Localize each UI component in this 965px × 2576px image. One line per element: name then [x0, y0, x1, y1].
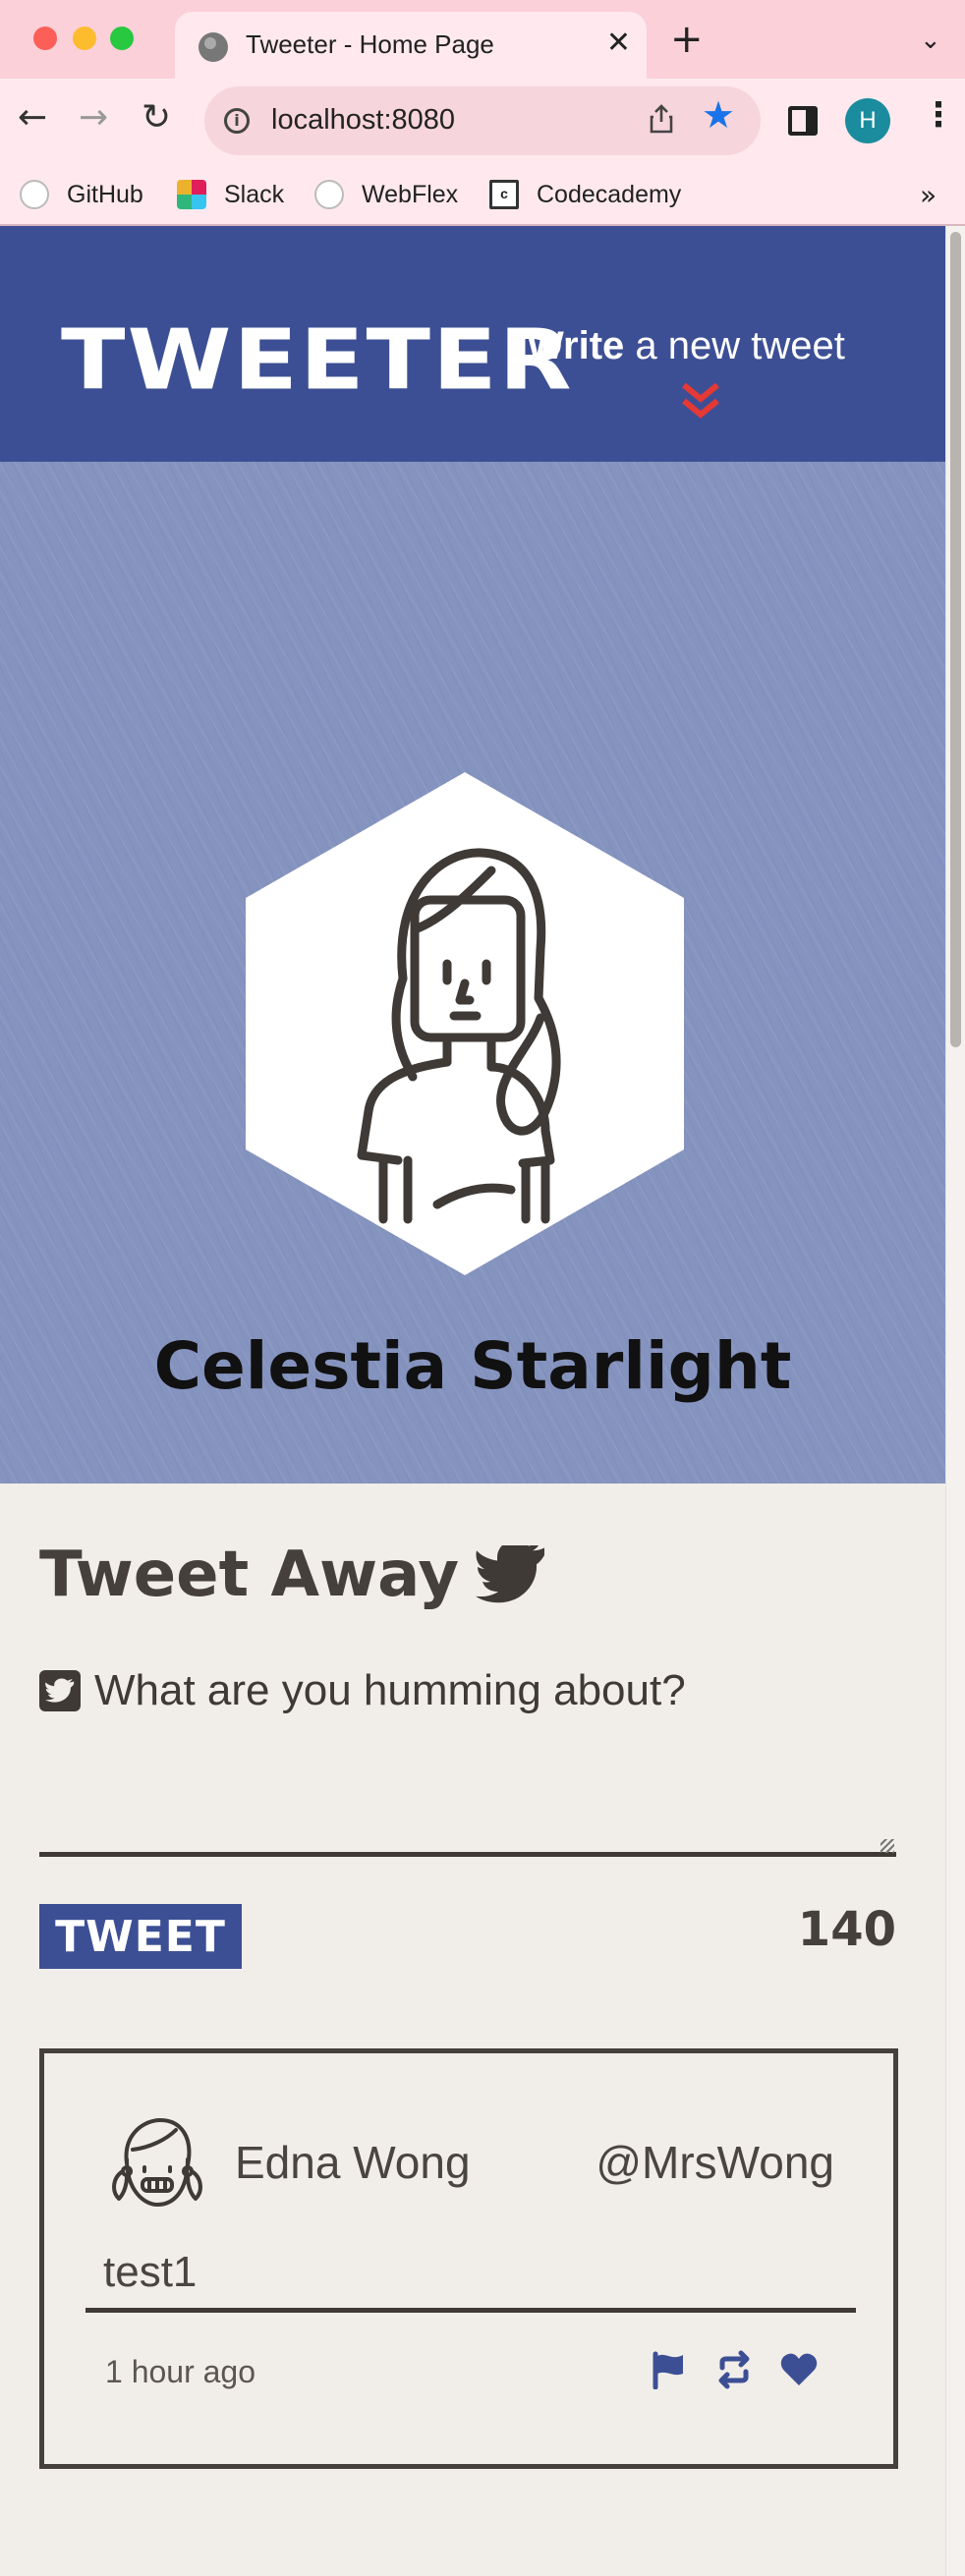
tweet-author-handle: @MrsWong — [596, 2137, 834, 2188]
globe-icon — [199, 32, 228, 62]
heart-icon[interactable] — [779, 2350, 819, 2389]
reload-button[interactable]: ↻ — [142, 100, 171, 136]
bookmarks-bar: GitHub Slack WebFlex c Codecademy » — [0, 165, 965, 226]
more-bookmarks-icon[interactable]: » — [920, 179, 937, 211]
url-text[interactable]: localhost:8080 — [271, 104, 455, 137]
write-rest-text: a new tweet — [624, 324, 845, 367]
character-counter: 140 — [797, 1902, 896, 1957]
compose-title-text: Tweet Away — [39, 1539, 460, 1611]
tab-title: Tweeter - Home Page — [246, 29, 494, 59]
profile-header: Celestia Starlight — [0, 462, 945, 1484]
browser-tab[interactable]: Tweeter - Home Page ✕ — [175, 12, 647, 79]
compose-label-text: What are you humming about? — [94, 1666, 686, 1714]
tweet-divider — [85, 2308, 856, 2313]
bookmark-webflex[interactable]: WebFlex — [314, 175, 458, 214]
write-new-tweet-link[interactable]: Write a new tweet — [527, 324, 845, 368]
codecademy-icon: c — [489, 180, 519, 209]
site-logo: TWEETER — [61, 310, 574, 409]
scrollbar-thumb[interactable] — [950, 232, 961, 1047]
share-icon[interactable] — [649, 104, 674, 134]
site-info-icon[interactable]: i — [224, 108, 250, 134]
double-chevron-down-icon[interactable] — [678, 381, 723, 420]
browser-menu-icon[interactable]: ⋮ — [922, 98, 955, 132]
browser-toolbar: ← → ↻ i localhost:8080 ★ H ⋮ — [0, 79, 965, 165]
tab-search-chevron-icon[interactable]: ⌄ — [920, 26, 941, 55]
bookmark-star-icon[interactable]: ★ — [702, 96, 735, 134]
close-window-button[interactable] — [33, 27, 57, 50]
flag-icon[interactable] — [650, 2350, 689, 2389]
retweet-icon[interactable] — [714, 2350, 754, 2389]
tweet-actions — [650, 2350, 819, 2389]
tweet-textarea[interactable] — [39, 1729, 896, 1857]
back-button[interactable]: ← — [18, 100, 47, 136]
close-tab-icon[interactable]: ✕ — [606, 26, 631, 60]
user-avatar — [112, 2118, 202, 2207]
slack-icon — [177, 180, 206, 209]
tweet-card: Edna Wong @MrsWong test1 1 hour ago — [39, 2048, 898, 2469]
tweet-body: test1 — [103, 2248, 198, 2296]
bookmark-label: GitHub — [67, 180, 143, 208]
browser-tab-bar: Tweeter - Home Page ✕ + ⌄ — [0, 0, 965, 79]
forward-button[interactable]: → — [79, 100, 108, 136]
page-viewport: TWEETER Write a new tweet Celestia Starl… — [0, 226, 945, 2576]
new-tab-button[interactable]: + — [670, 20, 704, 59]
compose-label: What are you humming about? — [39, 1666, 686, 1715]
compose-title: Tweet Away — [39, 1539, 545, 1611]
site-navbar: TWEETER Write a new tweet — [0, 226, 945, 462]
tweet-timestamp: 1 hour ago — [105, 2354, 256, 2389]
bookmark-github[interactable]: GitHub — [20, 175, 143, 214]
address-bar[interactable]: i localhost:8080 ★ — [204, 86, 761, 155]
github-icon — [20, 180, 49, 209]
compose-section: Tweet Away What are you humming about? T… — [0, 1484, 945, 2034]
textarea-resize-handle[interactable] — [880, 1839, 894, 1853]
profile-avatar-hexagon — [246, 772, 684, 1275]
tweet-author-name: Edna Wong — [235, 2137, 471, 2188]
twitter-square-icon — [39, 1670, 81, 1711]
page-scrollbar[interactable] — [945, 226, 965, 2576]
maximize-window-button[interactable] — [110, 27, 134, 50]
bookmark-codecademy[interactable]: c Codecademy — [489, 175, 681, 214]
side-panel-icon[interactable] — [788, 106, 818, 136]
bookmark-label: Slack — [224, 180, 285, 208]
bookmark-label: Codecademy — [537, 180, 682, 208]
profile-name: Celestia Starlight — [153, 1328, 792, 1404]
tweet-submit-button[interactable]: TWEET — [39, 1904, 242, 1969]
write-bold-text: Write — [527, 324, 625, 367]
bookmark-slack[interactable]: Slack — [177, 175, 284, 214]
profile-avatar[interactable]: H — [845, 98, 890, 143]
bookmark-label: WebFlex — [362, 180, 459, 208]
minimize-window-button[interactable] — [73, 27, 96, 50]
github-icon — [314, 180, 344, 209]
profile-avatar-illustration — [357, 848, 561, 1224]
twitter-bird-icon — [476, 1545, 545, 1603]
